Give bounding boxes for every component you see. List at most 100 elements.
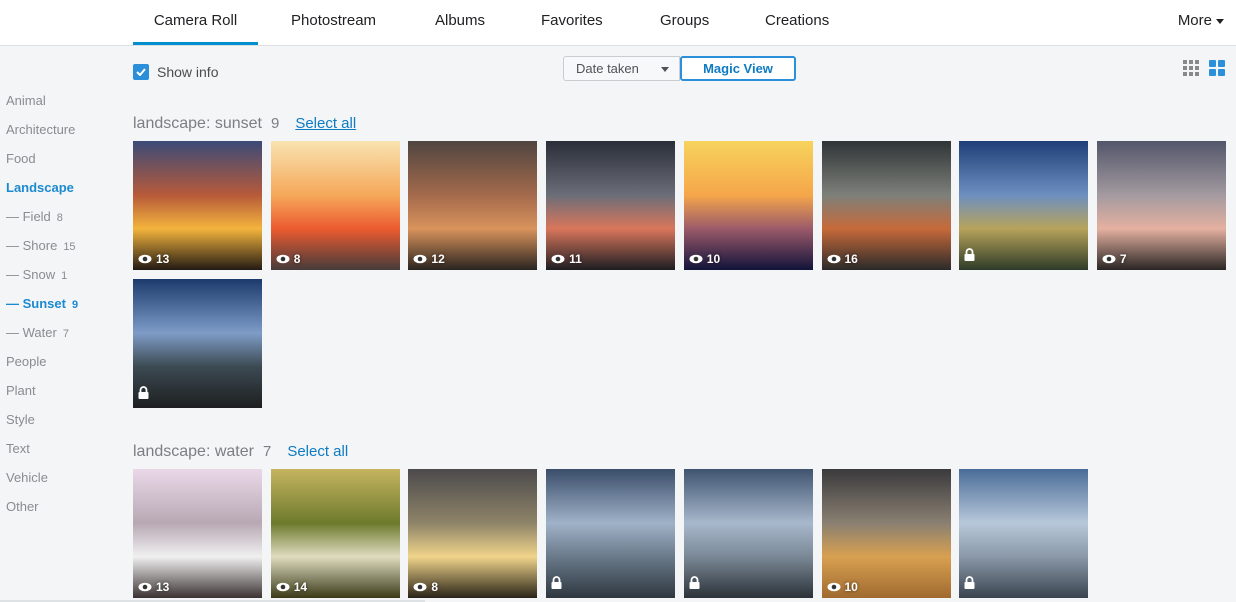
sidebar-item[interactable]: — Field 8: [6, 203, 116, 232]
view-count-badge: 16: [827, 252, 858, 266]
sidebar-item[interactable]: — Sunset 9: [6, 290, 116, 319]
select-all-link[interactable]: Select all: [287, 443, 348, 460]
more-menu[interactable]: More: [1178, 0, 1224, 45]
view-count-badge: 10: [827, 580, 858, 594]
photo-thumbnail[interactable]: 8: [270, 141, 400, 270]
sort-dropdown[interactable]: Date taken: [563, 56, 680, 81]
sidebar-item-count: 8: [56, 212, 63, 224]
tab-albums[interactable]: Albums: [435, 0, 485, 45]
view-count-badge: 8: [413, 580, 438, 594]
tab-favorites[interactable]: Favorites: [541, 0, 603, 45]
photo-thumbnail[interactable]: [133, 279, 262, 408]
sidebar-item[interactable]: — Shore 15: [6, 232, 116, 261]
sidebar-item[interactable]: Landscape: [6, 174, 116, 203]
view-count: 11: [569, 252, 582, 266]
large-grid-icon[interactable]: [1209, 60, 1225, 76]
sidebar-item-label: Architecture: [6, 122, 76, 137]
sidebar-item[interactable]: Style: [6, 406, 116, 435]
private-badge: [138, 386, 149, 404]
sidebar-item[interactable]: Food: [6, 145, 116, 174]
sidebar-item-label: — Snow: [6, 267, 56, 282]
sidebar-item-label: Vehicle: [6, 470, 48, 485]
small-grid-icon[interactable]: [1183, 60, 1199, 76]
sidebar-item-label: — Field: [6, 209, 51, 224]
eye-icon: [138, 582, 152, 592]
lock-icon: [689, 576, 700, 589]
sidebar-item[interactable]: Vehicle: [6, 464, 116, 493]
sidebar-item-label: Landscape: [6, 180, 74, 195]
photo-thumbnail[interactable]: [959, 141, 1089, 270]
view-count: 8: [431, 580, 439, 594]
sidebar-item-label: People: [6, 354, 47, 369]
photo-thumbnail[interactable]: 12: [408, 141, 538, 270]
view-count-badge: 7: [1102, 252, 1127, 266]
view-count: 12: [431, 252, 445, 266]
view-count: 10: [706, 252, 721, 266]
photo-thumbnail[interactable]: 10: [821, 469, 951, 598]
private-badge: [551, 576, 562, 594]
select-all-link[interactable]: Select all: [295, 115, 356, 132]
sidebar-item-label: Animal: [6, 93, 46, 108]
photo-thumbnail[interactable]: 8: [408, 469, 538, 598]
sidebar-item[interactable]: — Water 7: [6, 319, 116, 348]
show-info-toggle[interactable]: Show info: [133, 63, 218, 81]
magic-view-button[interactable]: Magic View: [680, 56, 796, 81]
sidebar-item[interactable]: Other: [6, 493, 116, 522]
sidebar-item-count: 9: [71, 299, 79, 311]
eye-icon: [689, 254, 703, 264]
view-count-badge: 12: [413, 252, 445, 266]
top-nav: Camera Roll Photostream Albums Favorites…: [0, 0, 1236, 46]
sidebar-item-label: Food: [6, 151, 36, 166]
more-label: More: [1177, 12, 1212, 29]
sidebar-item[interactable]: Plant: [6, 377, 116, 406]
sidebar-item-label: Text: [6, 441, 30, 456]
sidebar-item-label: Style: [6, 412, 35, 427]
eye-icon: [1102, 254, 1116, 264]
photo-thumbnail[interactable]: [683, 469, 813, 598]
eye-icon: [276, 254, 290, 264]
section-count: 7: [262, 443, 272, 460]
tab-creations[interactable]: Creations: [765, 0, 829, 45]
photo-thumbnail[interactable]: 10: [683, 141, 813, 270]
sidebar-item-label: Plant: [6, 383, 36, 398]
sidebar-item[interactable]: People: [6, 348, 116, 377]
eye-icon: [827, 582, 840, 592]
checkmark-icon: [136, 68, 146, 76]
photo-thumbnail[interactable]: [546, 469, 676, 598]
section-title: landscape: water: [133, 443, 254, 460]
sidebar-item-label: — Sunset: [6, 296, 66, 311]
sidebar-item-label: — Water: [6, 325, 57, 340]
show-info-checkbox[interactable]: [133, 64, 149, 80]
view-mode-switch: Date taken Magic View: [563, 56, 796, 81]
lock-icon: [138, 386, 149, 399]
photo-thumbnail[interactable]: 13: [133, 469, 262, 598]
private-badge: [964, 576, 975, 594]
eye-icon: [827, 254, 840, 264]
view-count-badge: 8: [276, 252, 301, 266]
photo-thumbnail[interactable]: 14: [270, 469, 400, 598]
view-count: 10: [844, 580, 858, 594]
photo-thumbnail[interactable]: 13: [133, 141, 262, 270]
sidebar-item[interactable]: — Snow 1: [6, 261, 116, 290]
chevron-down-icon: [1216, 18, 1224, 24]
lock-icon: [964, 576, 975, 589]
tab-photostream[interactable]: Photostream: [291, 0, 376, 45]
photo-thumbnail[interactable]: 16: [821, 141, 951, 270]
sidebar-item[interactable]: Architecture: [6, 116, 116, 145]
view-count: 13: [156, 580, 170, 594]
lock-icon: [964, 248, 975, 261]
eye-icon: [138, 254, 152, 264]
view-count: 8: [293, 252, 301, 266]
eye-icon: [413, 582, 427, 592]
photo-thumbnail[interactable]: 11: [546, 141, 676, 270]
tab-camera-roll[interactable]: Camera Roll: [133, 0, 258, 45]
view-count-badge: 10: [689, 252, 720, 266]
tab-groups[interactable]: Groups: [660, 0, 709, 45]
sidebar-item[interactable]: Text: [6, 435, 116, 464]
sidebar-item[interactable]: Animal: [6, 87, 116, 116]
view-count: 13: [156, 252, 170, 266]
private-badge: [964, 248, 975, 266]
photo-thumbnail[interactable]: 7: [1096, 141, 1226, 270]
view-count-badge: 11: [551, 252, 582, 266]
photo-thumbnail[interactable]: [959, 469, 1089, 598]
